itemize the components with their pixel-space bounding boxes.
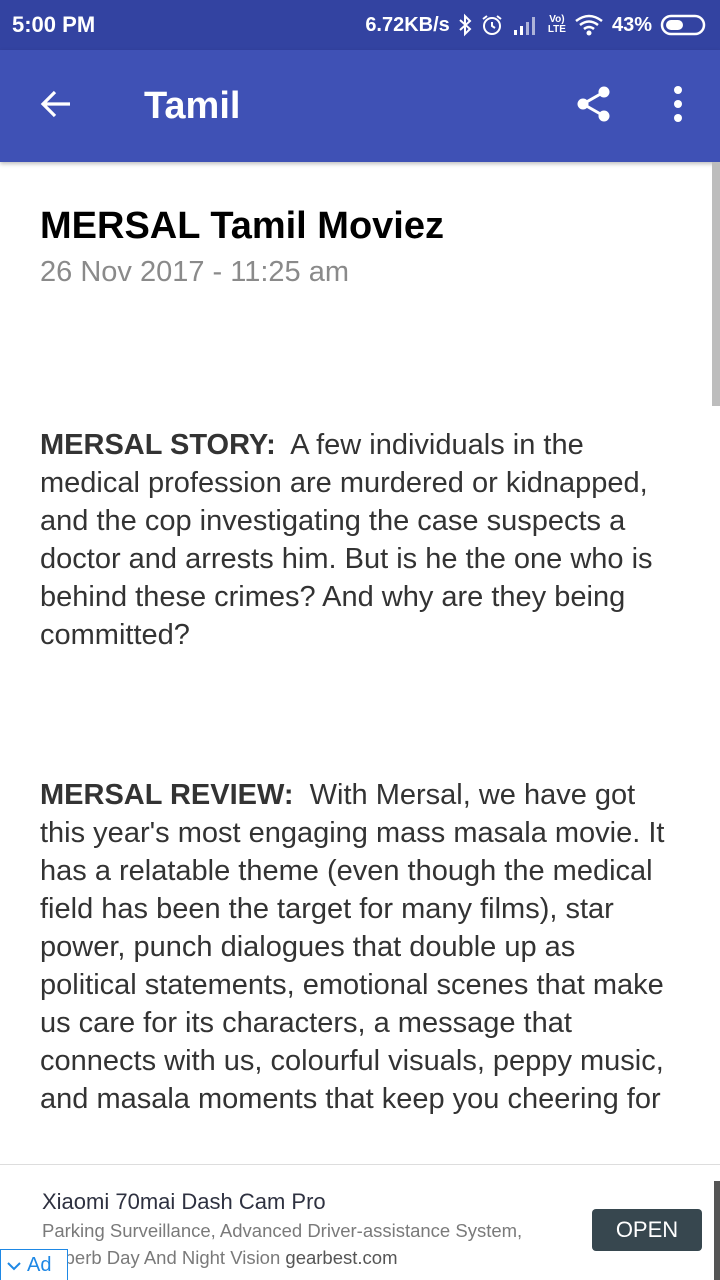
ad-badge-label: Ad — [27, 1253, 52, 1276]
app-actions — [552, 50, 720, 162]
share-icon — [574, 84, 614, 129]
review-lead: MERSAL REVIEW: — [40, 779, 294, 811]
article-scroll-area[interactable]: MERSAL Tamil Moviez 26 Nov 2017 - 11:25 … — [0, 162, 720, 1164]
back-button[interactable] — [0, 50, 112, 162]
ad-badge[interactable]: Ad — [0, 1249, 68, 1280]
story-lead: MERSAL STORY: — [40, 429, 276, 461]
share-button[interactable] — [552, 50, 636, 162]
ad-banner[interactable]: Xiaomi 70mai Dash Cam Pro Parking Survei… — [0, 1164, 720, 1280]
status-time: 5:00 PM — [12, 12, 96, 37]
app-title: Tamil — [144, 84, 241, 127]
scrollbar-thumb[interactable] — [712, 162, 720, 406]
alarm-icon — [480, 13, 504, 37]
ad-open-button[interactable]: OPEN — [592, 1209, 702, 1251]
volte-icon: Vo) LTE — [548, 15, 566, 35]
wifi-icon — [574, 13, 604, 37]
ad-description: Parking Surveillance, Advanced Driver-as… — [42, 1217, 572, 1271]
ad-domain: gearbest.com — [285, 1247, 398, 1268]
review-paragraph: MERSAL REVIEW: With Mersal, we have got … — [40, 776, 680, 1118]
more-vert-icon — [672, 85, 684, 127]
chevron-down-icon — [7, 1254, 21, 1277]
battery-icon — [660, 13, 708, 37]
ad-title[interactable]: Xiaomi 70mai Dash Cam Pro — [42, 1189, 326, 1215]
bluetooth-icon — [458, 13, 472, 37]
ad-description-text: Parking Surveillance, Advanced Driver-as… — [42, 1220, 523, 1268]
status-icons: 6.72KB/s Vo) LTE 43% — [365, 13, 708, 37]
article-title: MERSAL Tamil Moviez — [40, 205, 444, 247]
battery-percent: 43% — [611, 13, 652, 36]
article-date: 26 Nov 2017 - 11:25 am — [40, 256, 349, 288]
signal-icon — [512, 14, 540, 36]
more-options-button[interactable] — [636, 50, 720, 162]
back-arrow-icon — [38, 86, 74, 127]
ad-edge-bar — [714, 1181, 720, 1280]
story-paragraph: MERSAL STORY: A few individuals in the m… — [40, 426, 680, 654]
story-text: A few individuals in the medical profess… — [40, 429, 653, 651]
article: MERSAL Tamil Moviez 26 Nov 2017 - 11:25 … — [0, 162, 720, 1118]
status-bar: 5:00 PM 6.72KB/s Vo) LTE 43% — [0, 0, 720, 50]
network-speed: 6.72KB/s — [365, 13, 450, 36]
lte-label: LTE — [547, 24, 566, 35]
review-text: With Mersal, we have got this year's mos… — [40, 779, 665, 1115]
app-bar: Tamil — [0, 50, 720, 162]
